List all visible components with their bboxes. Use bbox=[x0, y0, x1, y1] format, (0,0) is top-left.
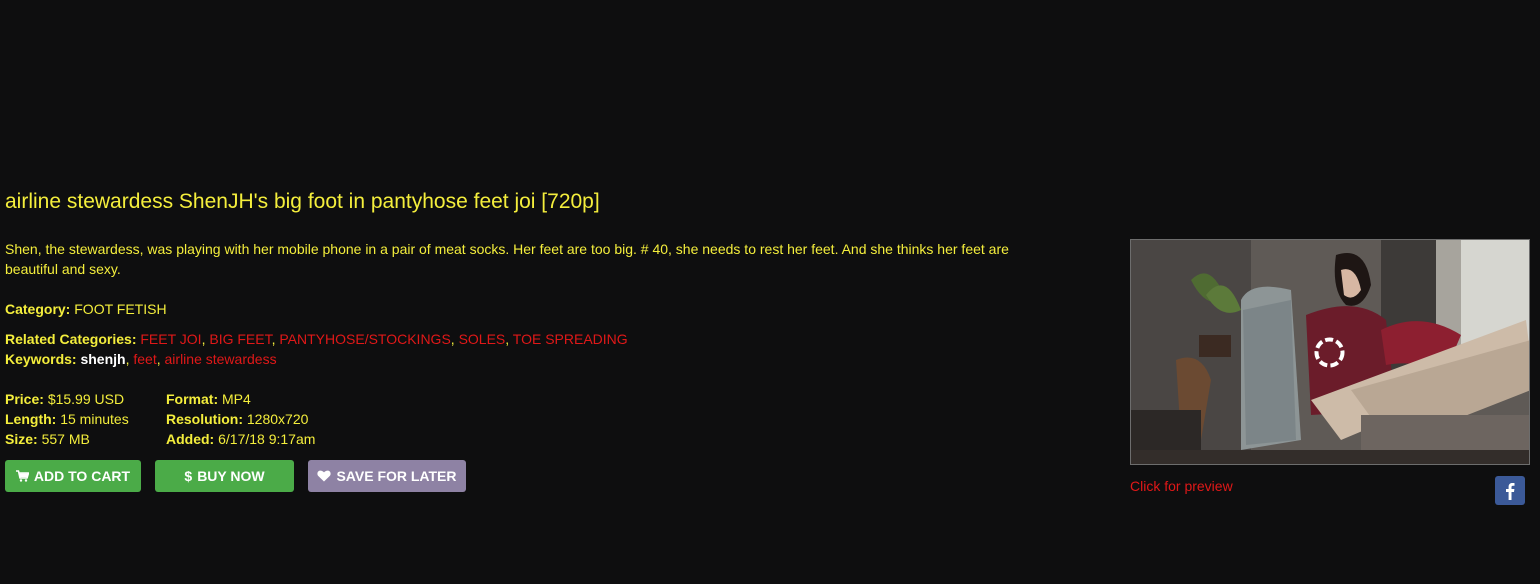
price-row: Price: $15.99 USD bbox=[5, 389, 129, 409]
format-value: MP4 bbox=[222, 391, 251, 407]
product-page: airline stewardess ShenJH's big foot in … bbox=[0, 0, 1540, 584]
buy-now-label: BUY NOW bbox=[197, 468, 265, 484]
category-value: FOOT FETISH bbox=[74, 301, 167, 317]
price-value: $15.99 USD bbox=[47, 391, 125, 407]
related-category-link[interactable]: SOLES bbox=[459, 331, 506, 347]
loading-spinner-icon bbox=[1314, 337, 1345, 368]
product-title: airline stewardess ShenJH's big foot in … bbox=[5, 190, 600, 213]
heart-icon bbox=[317, 470, 332, 482]
related-categories-label: Related Categories: bbox=[5, 331, 137, 347]
related-categories-line: Related Categories: FEET JOI, BIG FEET, … bbox=[5, 331, 628, 347]
add-to-cart-label: ADD TO CART bbox=[33, 468, 131, 484]
specs-left-column: Price: $15.99 USD Length: 15 minutes Siz… bbox=[5, 389, 129, 449]
related-category-link[interactable]: BIG FEET bbox=[209, 331, 271, 347]
facebook-icon bbox=[1506, 482, 1515, 500]
keywords-line: Keywords: shenjh, feet, airline stewarde… bbox=[5, 351, 277, 367]
add-to-cart-button[interactable]: ADD TO CART bbox=[5, 460, 141, 492]
format-label: Format: bbox=[166, 391, 219, 407]
added-value: 6/17/18 9:17am bbox=[218, 431, 316, 447]
cart-icon bbox=[15, 470, 29, 482]
resolution-value: 1280x720 bbox=[246, 411, 309, 427]
size-value: 557 MB bbox=[41, 431, 90, 447]
added-row: Added: 6/17/18 9:17am bbox=[166, 429, 315, 449]
buy-now-button[interactable]: $ BUY NOW bbox=[155, 460, 294, 492]
format-row: Format: MP4 bbox=[166, 389, 315, 409]
keyword-current: shenjh bbox=[80, 351, 126, 367]
preview-link[interactable]: Click for preview bbox=[1130, 478, 1233, 494]
dollar-icon: $ bbox=[184, 468, 193, 484]
category-label: Category: bbox=[5, 301, 71, 317]
length-value: 15 minutes bbox=[60, 411, 129, 427]
related-category-link[interactable]: FEET JOI bbox=[140, 331, 201, 347]
size-row: Size: 557 MB bbox=[5, 429, 129, 449]
save-for-later-button[interactable]: SAVE FOR LATER bbox=[308, 460, 466, 492]
product-description: Shen, the stewardess, was playing with h… bbox=[5, 241, 1009, 277]
keywords-label: Keywords: bbox=[5, 351, 77, 367]
category-line: Category: FOOT FETISH bbox=[5, 299, 167, 319]
facebook-share-button[interactable] bbox=[1495, 476, 1525, 505]
price-label: Price: bbox=[5, 391, 44, 407]
specs-right-column: Format: MP4 Resolution: 1280x720 Added: … bbox=[166, 389, 315, 449]
resolution-label: Resolution: bbox=[166, 411, 243, 427]
related-category-link[interactable]: TOE SPREADING bbox=[513, 331, 628, 347]
length-row: Length: 15 minutes bbox=[5, 409, 129, 429]
related-category-link[interactable]: PANTYHOSE/STOCKINGS bbox=[279, 331, 450, 347]
length-label: Length: bbox=[5, 411, 57, 427]
added-label: Added: bbox=[166, 431, 215, 447]
keyword-link[interactable]: airline stewardess bbox=[165, 351, 277, 367]
size-label: Size: bbox=[5, 431, 38, 447]
keyword-link[interactable]: feet bbox=[133, 351, 156, 367]
resolution-row: Resolution: 1280x720 bbox=[166, 409, 315, 429]
save-for-later-label: SAVE FOR LATER bbox=[336, 468, 457, 484]
